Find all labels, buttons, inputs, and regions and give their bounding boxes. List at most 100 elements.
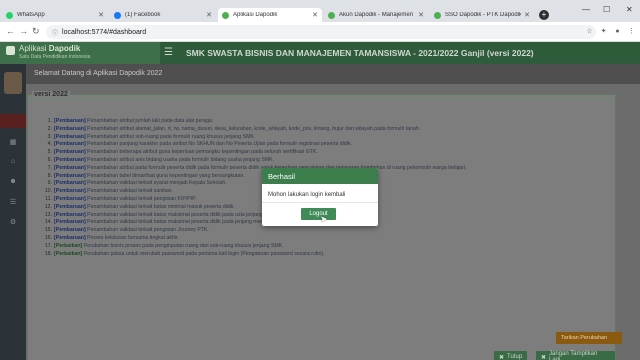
close-button[interactable]: ✖ Tutup <box>494 351 528 360</box>
minimize-button[interactable]: — <box>582 5 590 14</box>
changelog-item: 5. [Pembaruan] Penambahan beberapa atribu… <box>42 149 602 157</box>
dashboard-icon[interactable]: ▦ <box>8 138 18 146</box>
brand-name: Aplikasi Dapodik <box>19 44 81 53</box>
changelog-tag: [Pembaruan] <box>54 125 86 132</box>
tab-sso-dapodik[interactable]: SSO Dapodik - PTK Dapodik ✕ <box>430 8 534 22</box>
changelog-tag: [Pembaruan] <box>54 172 86 179</box>
changes-button-label: Tarikan Perubahan <box>561 335 608 341</box>
changelog-text: Penambahan validasi terkait pengisian KI… <box>87 195 197 202</box>
tab-whatsapp[interactable]: WhatsApp ✕ <box>2 8 108 22</box>
welcome-bar: Selamat Datang di Aplikasi Dapodik 2022 <box>26 64 640 84</box>
changelog-item: 15. [Pembaruan] Penambahan validasi terka… <box>42 227 602 235</box>
changelog-item: 17. [Perbaikan] Perubahan bisnis proses p… <box>42 243 602 251</box>
close-icon: ✖ <box>499 354 505 360</box>
browser-tab-bar: WhatsApp ✕ (1) Facebook ✕ Aplikasi Dapod… <box>0 0 640 22</box>
changelog-tag: [Pembaruan] <box>54 203 86 210</box>
brand[interactable]: Aplikasi Dapodik Satu Data Pendidikan In… <box>0 42 160 64</box>
school-icon[interactable]: ⌂ <box>8 158 18 166</box>
changelog-number: 3. <box>47 133 52 140</box>
window-close-button[interactable]: ✕ <box>626 5 633 14</box>
facebook-icon <box>114 11 121 19</box>
tab-facebook[interactable]: (1) Facebook ✕ <box>110 8 216 22</box>
dapodik-logo-icon <box>6 46 15 55</box>
changelog-item: 1. [Pembaruan] Penambahan atribut jumlah … <box>42 118 602 126</box>
changelog-number: 10. <box>44 188 52 195</box>
reload-icon[interactable]: ↻ <box>32 26 40 37</box>
changelog-number: 9. <box>47 180 52 187</box>
changelog-tag: [Pembaruan] <box>54 227 86 234</box>
user-icon[interactable]: ☻ <box>8 178 18 186</box>
whatsapp-icon <box>6 11 13 19</box>
back-icon[interactable]: ← <box>6 26 15 36</box>
close-icon[interactable]: ✕ <box>206 11 212 19</box>
tab-aplikasi-dapodik[interactable]: Aplikasi Dapodik ✕ <box>218 8 322 22</box>
close-icon[interactable]: ✕ <box>312 11 318 19</box>
dont-show-again-button[interactable]: ✖ Jangan Tampilkan Lagi <box>536 351 615 360</box>
changelog-tag: [Pembaruan] <box>54 164 86 171</box>
changelog-number: 5. <box>47 149 52 156</box>
tab-label: Aplikasi Dapodik <box>233 12 278 18</box>
changelog-text: Proses kelulusan bersama tingkat akhir. <box>87 234 179 241</box>
changelog-text: Penambahan panjang karakter pada atribut… <box>87 141 352 148</box>
changes-button[interactable]: Tarikan Perubahan <box>556 332 622 344</box>
dapodik-icon <box>434 11 441 19</box>
changelog-tag: [Pembaruan] <box>54 118 86 124</box>
settings-icon[interactable]: ⚙ <box>8 218 18 226</box>
extensions-icon[interactable]: ✦ <box>599 27 608 36</box>
changelog-item: 18. [Perbaikan] Perubahan paksa untuk mer… <box>42 251 602 259</box>
menu-dots-icon[interactable]: ⋮ <box>627 27 636 36</box>
new-tab-button[interactable]: + <box>539 10 549 20</box>
changelog-text: Penambahan beberapa atribut guna keperlu… <box>87 149 318 156</box>
school-title: SMK SWASTA BISNIS DAN MANAJEMEN TAMANSIS… <box>186 48 534 58</box>
address-bar[interactable]: ⓘ localhost:5774/#dashboard <box>46 25 596 39</box>
changelog-number: 1. <box>47 118 52 124</box>
changelog-text: Penambahan validasi terkait pengisian Jo… <box>87 227 209 234</box>
changelog-number: 17. <box>44 242 52 249</box>
changelog-number: 11. <box>45 195 52 202</box>
close-icon[interactable]: ✕ <box>98 11 104 19</box>
logout-button[interactable]: Logout <box>301 208 336 220</box>
panel-legend: versi 2022 <box>32 91 70 98</box>
changelog-tag: [Pembaruan] <box>54 188 86 195</box>
changelog-tag: [Pembaruan] <box>54 133 86 140</box>
changelog-text: Penambahan validasi terkait batas minima… <box>87 203 235 210</box>
sidebar-highlight <box>0 114 26 128</box>
changelog-text: Perubahan bisnis proses pada penginputan… <box>83 242 284 249</box>
changelog-number: 18. <box>44 250 52 257</box>
close-icon[interactable]: ✕ <box>524 11 530 19</box>
changelog-item: 4. [Pembaruan] Penambahan panjang karakte… <box>42 141 602 149</box>
changelog-item: 16. [Pembaruan] Proses kelulusan bersama … <box>42 235 602 243</box>
changelog-tag: [Pembaruan] <box>54 219 86 226</box>
modal-title: Berhasil <box>262 168 378 184</box>
changelog-number: 6. <box>47 156 52 163</box>
sidebar: ▦ ⌂ ☻ ☰ ⚙ <box>0 42 26 360</box>
forward-icon[interactable]: → <box>19 26 28 36</box>
avatar[interactable] <box>4 72 22 94</box>
changelog-text: Penambahan atribut sub-ruang pada formul… <box>87 133 256 140</box>
changelog-number: 14. <box>44 219 52 226</box>
browser-toolbar: ← → ↻ ⓘ localhost:5774/#dashboard ☆ ✦ ● … <box>0 22 640 42</box>
changelog-text: Penambahan validasi terkait sanitasi. <box>87 188 173 195</box>
hamburger-icon[interactable]: ☰ <box>164 47 173 58</box>
tab-label: WhatsApp <box>17 12 45 18</box>
profile-icon[interactable]: ● <box>613 27 622 36</box>
modal-divider <box>262 202 378 203</box>
changelog-number: 16. <box>44 234 52 241</box>
dont-show-again-label: Jangan Tampilkan Lagi <box>549 351 598 360</box>
maximize-button[interactable]: ☐ <box>603 5 610 14</box>
changelog-number: 4. <box>47 141 52 148</box>
changelog-number: 12. <box>44 203 52 210</box>
changelog-number: 15. <box>44 227 52 234</box>
changelog-text: Penambahan atribut jumlah laki pada data… <box>87 118 214 124</box>
changelog-number: 13. <box>44 211 52 218</box>
changelog-text: Perubahan paksa untuk merubah password p… <box>83 250 325 257</box>
info-icon[interactable]: ⓘ <box>52 28 58 37</box>
close-icon[interactable]: ✕ <box>418 11 424 19</box>
fieldset-border <box>28 99 615 100</box>
dapodik-icon <box>328 11 335 19</box>
people-icon[interactable]: ☰ <box>8 198 18 206</box>
star-icon[interactable]: ☆ <box>585 27 594 36</box>
tab-akun-dapodik[interactable]: Akun Dapodik - Manajemen P ✕ <box>324 8 428 22</box>
changelog-tag: [Pembaruan] <box>54 234 86 241</box>
changelog-number: 8. <box>47 172 52 179</box>
